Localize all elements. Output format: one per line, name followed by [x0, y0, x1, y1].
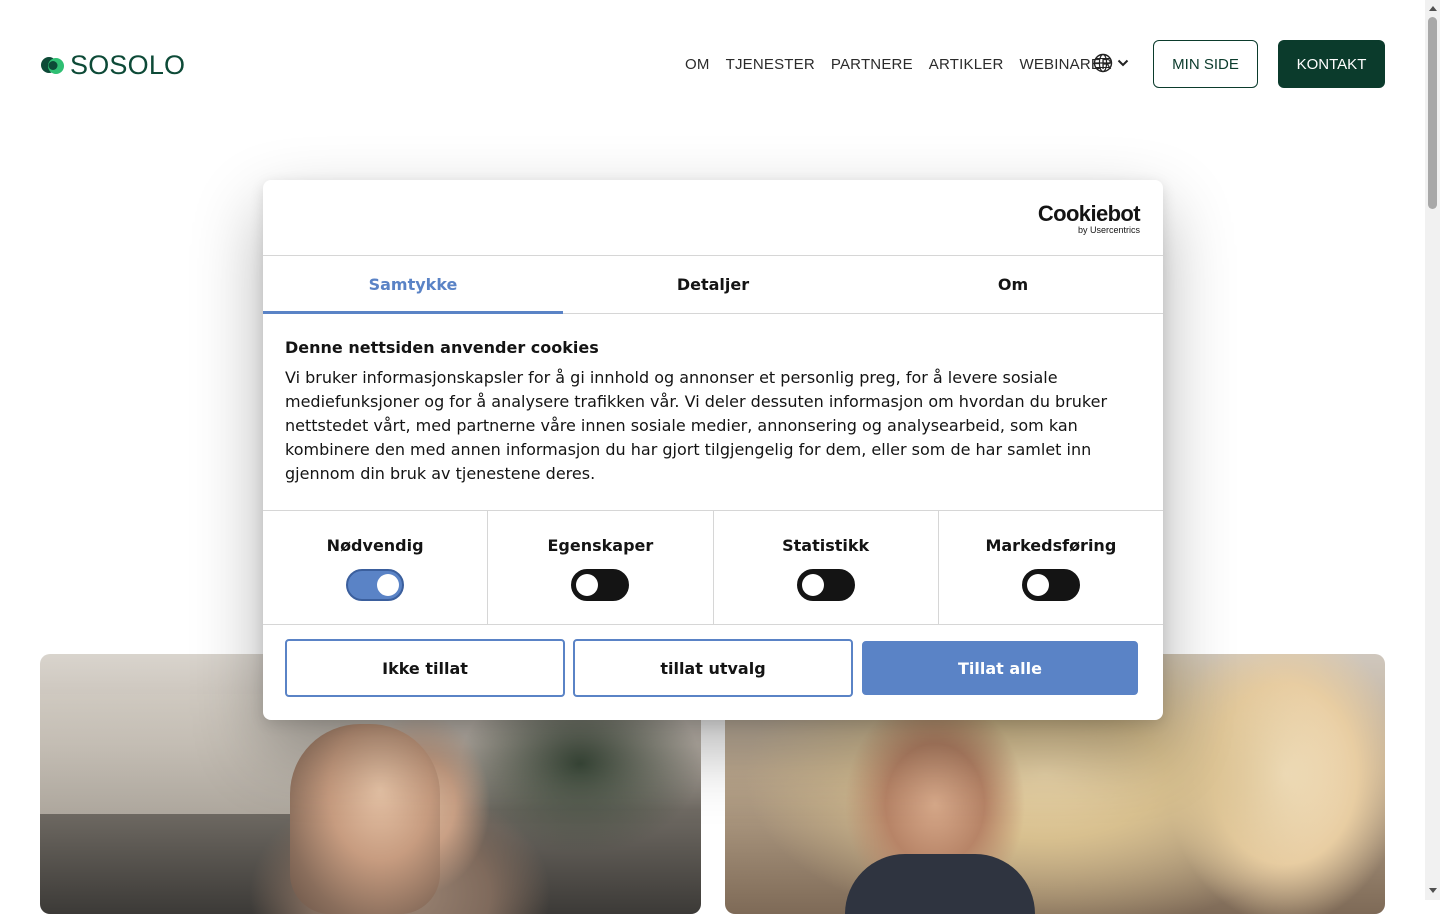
cookie-description: Vi bruker informasjonskapsler for å gi i… — [285, 368, 1108, 483]
language-selector[interactable] — [1093, 52, 1129, 74]
scroll-down-arrow-icon[interactable] — [1429, 888, 1437, 893]
toggle-statistikk[interactable] — [796, 569, 855, 601]
category-markedsforing: Markedsføring — [939, 511, 1163, 624]
toggle-egenskaper[interactable] — [571, 569, 630, 601]
cookiebot-logo-sub: by Usercentrics — [1077, 225, 1140, 235]
toggle-knob — [377, 574, 400, 596]
logo[interactable]: SOSOLO — [40, 50, 185, 80]
nav-item-artikler[interactable]: ARTIKLER — [929, 56, 1004, 73]
scrollbar-thumb[interactable] — [1428, 17, 1437, 209]
cookie-title: Denne nettsiden anvender cookies — [285, 338, 599, 357]
page-scrollbar[interactable] — [1425, 0, 1440, 900]
category-label: Statistikk — [782, 536, 870, 555]
cookiebot-logo-name: Cookiebot — [1037, 201, 1141, 226]
category-nodvendig: Nødvendig — [263, 511, 489, 624]
cookie-buttons: Ikke tillat tillat utvalg Tillat alle — [285, 639, 1139, 697]
main-nav: OM TJENESTER PARTNERE ARTIKLER WEBINARER — [685, 54, 1112, 74]
scroll-up-arrow-icon[interactable] — [1429, 6, 1437, 11]
category-label: Nødvendig — [326, 536, 424, 555]
cookie-consent-dialog: Cookiebot by Usercentrics Samtykke Detal… — [263, 180, 1163, 720]
allow-all-button[interactable]: Tillat alle — [862, 641, 1138, 695]
tab-samtykke[interactable]: Samtykke — [263, 256, 563, 314]
globe-icon — [1093, 53, 1113, 73]
cookiebot-logo: Cookiebot by Usercentrics — [1030, 201, 1141, 236]
min-side-button[interactable]: MIN SIDE — [1153, 40, 1258, 88]
nav-item-partnere[interactable]: PARTNERE — [831, 56, 913, 73]
tab-om[interactable]: Om — [863, 256, 1163, 313]
tab-detaljer[interactable]: Detaljer — [563, 256, 863, 313]
category-egenskaper: Egenskaper — [488, 511, 714, 624]
site-header: SOSOLO OM TJENESTER PARTNERE ARTIKLER WE… — [0, 0, 1425, 130]
kontakt-button[interactable]: KONTAKT — [1278, 40, 1385, 88]
toggle-knob — [1026, 574, 1049, 596]
cookie-tabs: Samtykke Detaljer Om — [263, 256, 1163, 314]
chevron-down-icon — [1117, 59, 1129, 67]
toggle-knob — [801, 574, 824, 596]
category-label: Egenskaper — [547, 536, 654, 555]
logo-icon — [41, 57, 64, 74]
deny-button[interactable]: Ikke tillat — [285, 639, 565, 697]
toggle-markedsforing[interactable] — [1021, 569, 1080, 601]
category-label: Markedsføring — [985, 536, 1117, 555]
nav-item-tjenester[interactable]: TJENESTER — [726, 56, 815, 73]
allow-selection-button[interactable]: tillat utvalg — [573, 639, 853, 697]
logo-text: SOSOLO — [70, 50, 186, 80]
toggle-nodvendig[interactable] — [346, 569, 405, 601]
toggle-knob — [576, 574, 599, 596]
nav-item-om[interactable]: OM — [685, 56, 710, 73]
category-statistikk: Statistikk — [714, 511, 939, 624]
cookie-categories: Nødvendig Egenskaper Statistikk Markedsf… — [263, 510, 1163, 625]
